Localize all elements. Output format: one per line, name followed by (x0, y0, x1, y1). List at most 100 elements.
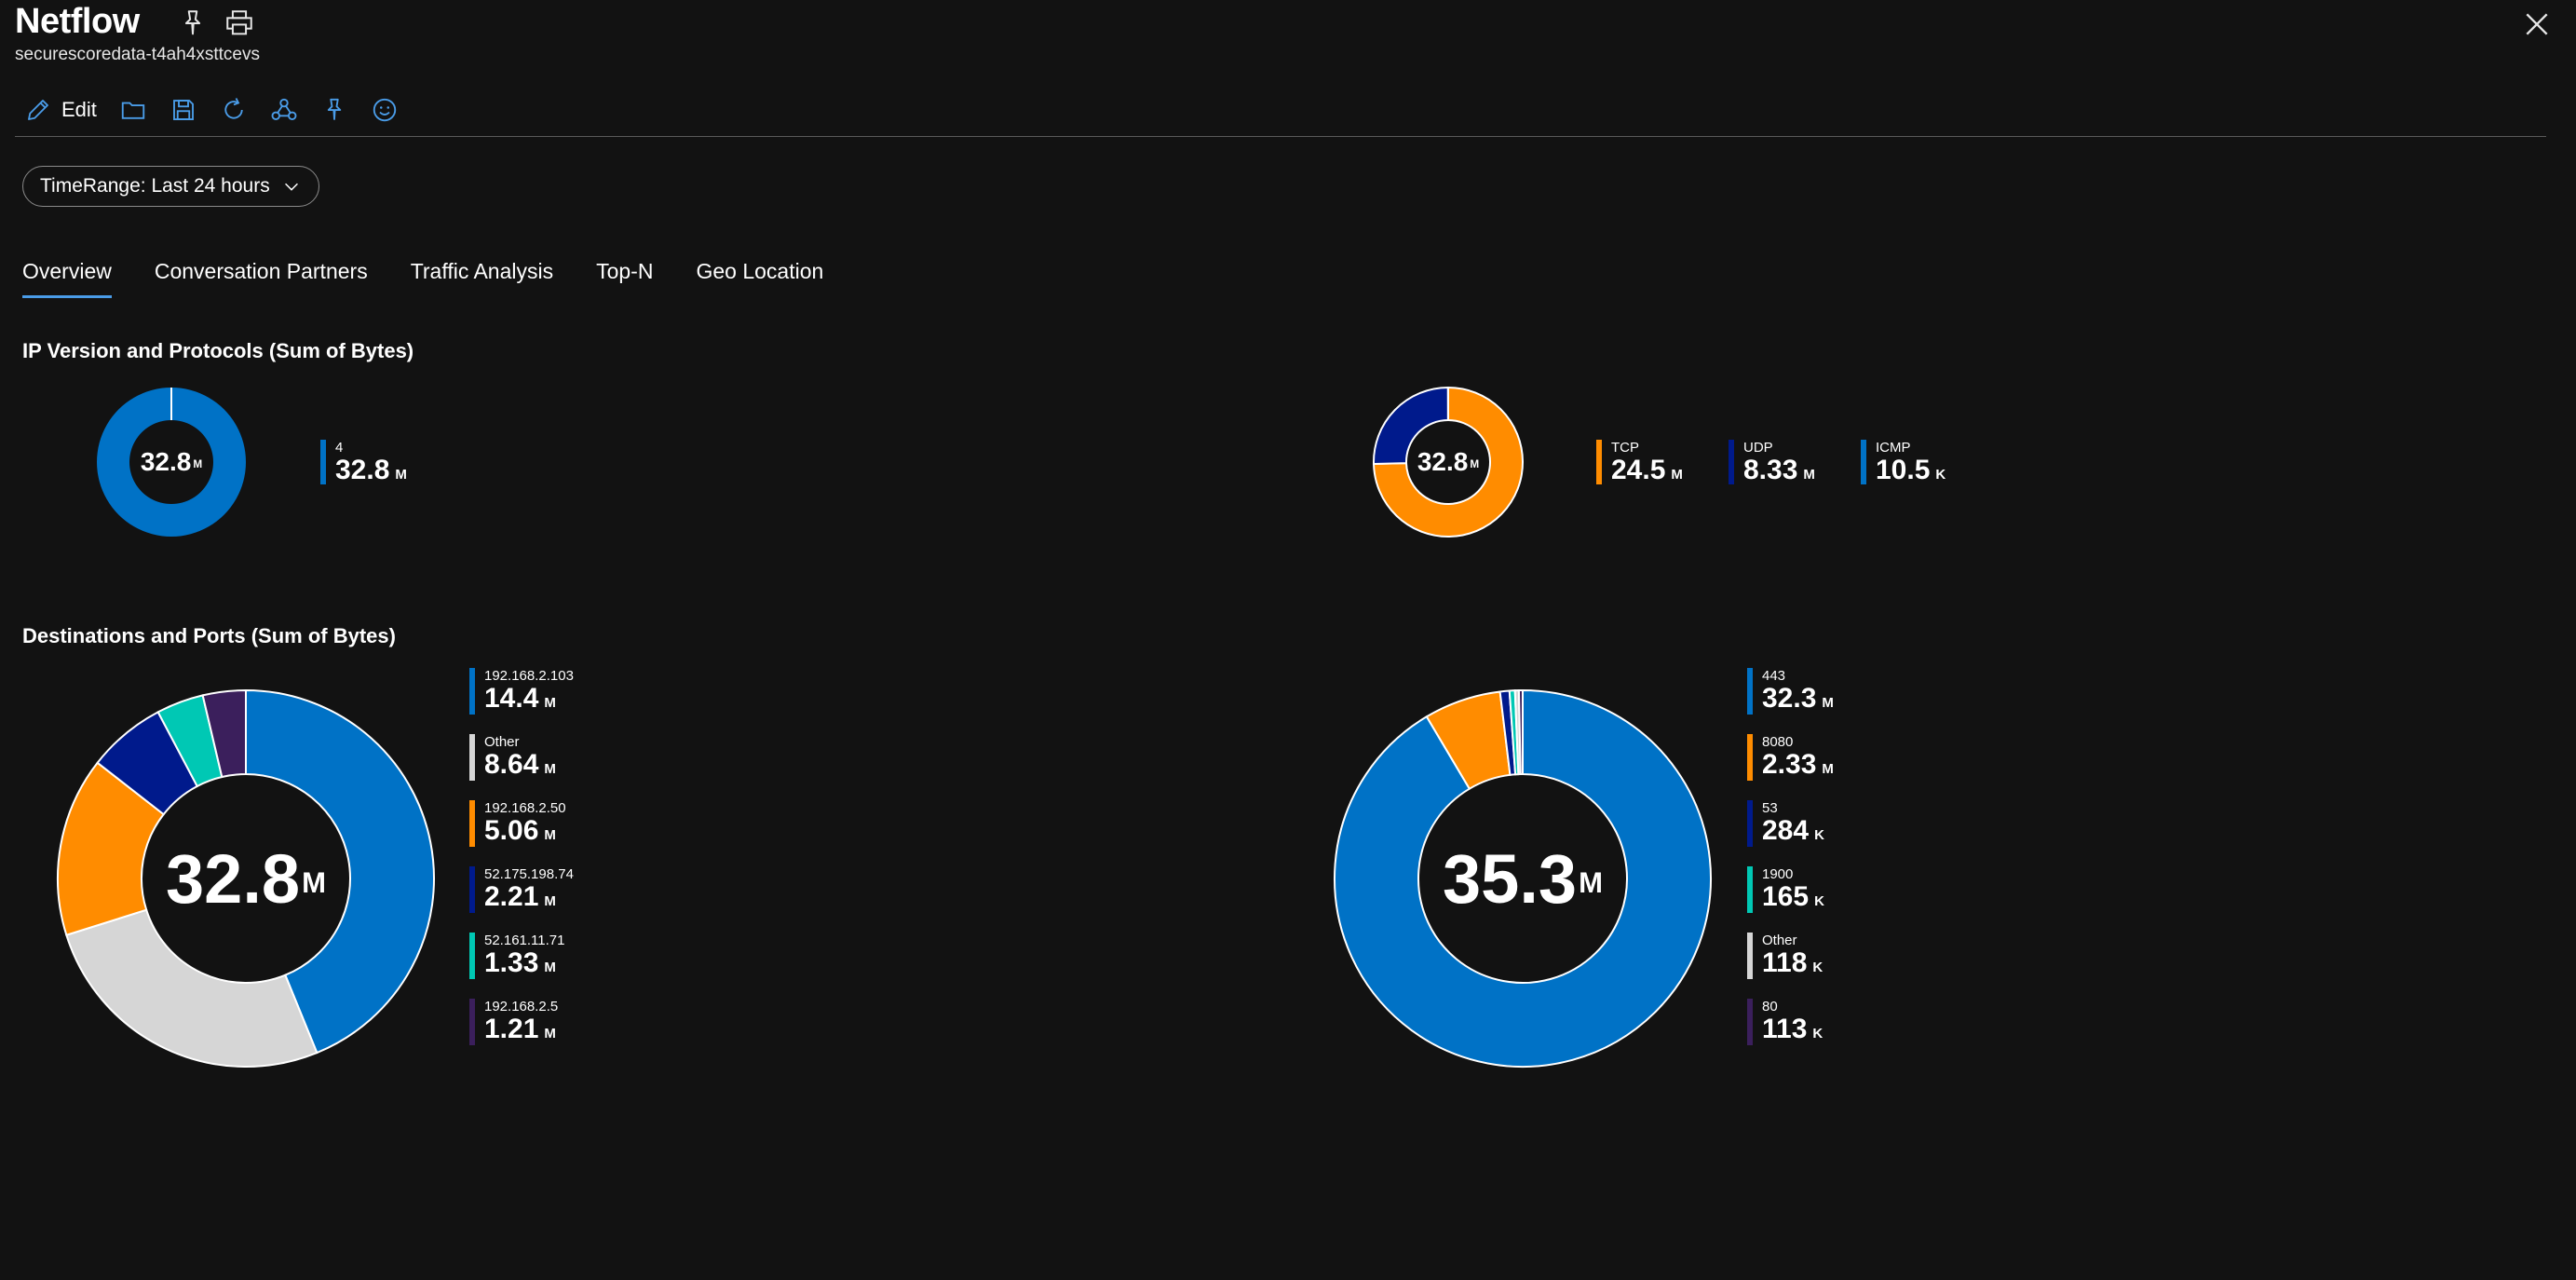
open-button[interactable] (119, 91, 147, 129)
center-unit: M (193, 457, 203, 470)
legend-value-number: 284 (1762, 815, 1810, 846)
legend-value-number: 118 (1762, 947, 1808, 978)
legend-swatch (469, 999, 475, 1045)
legend-value-unit: M (544, 761, 556, 777)
legend-value-number: 1.33 (484, 947, 539, 978)
feedback-button[interactable] (371, 91, 399, 129)
timerange-dropdown[interactable]: TimeRange: Last 24 hours (22, 166, 319, 207)
print-icon[interactable] (224, 7, 255, 39)
edit-button[interactable]: Edit (24, 91, 97, 129)
legend-value-unit: K (1812, 960, 1824, 975)
legend-label: 192.168.2.103 (484, 668, 574, 684)
toolbar: Edit (24, 91, 421, 129)
legend-label: UDP (1743, 440, 1773, 456)
legend-value: 165 K (1762, 881, 1824, 913)
refresh-icon (224, 98, 243, 119)
legend-value-unit: M (544, 1026, 556, 1042)
legend-label: TCP (1611, 440, 1639, 456)
legend-value: 32.8 M (335, 455, 407, 486)
legend-value-unit: M (1822, 695, 1834, 711)
save-icon (172, 100, 194, 120)
legend-value-number: 5.06 (484, 815, 539, 846)
center-unit: M (1470, 457, 1480, 470)
legend-value-number: 8.33 (1743, 455, 1798, 485)
tab-geo-location[interactable]: Geo Location (696, 259, 823, 298)
pin-icon[interactable] (177, 7, 209, 39)
refresh-button[interactable] (220, 91, 248, 129)
edit-icon (28, 100, 48, 120)
donut-chart-3: 32.8 M (56, 688, 436, 1069)
legend-value-unit: K (1935, 467, 1946, 483)
tab-bar: Overview Conversation Partners Traffic A… (22, 259, 866, 298)
legend-value: 1.21 M (484, 1014, 556, 1045)
legend-item-icmp[interactable]: ICMP 10.5 K (1861, 440, 1991, 486)
legend-value-unit: K (1814, 893, 1824, 909)
legend-label: 192.168.2.5 (484, 999, 559, 1014)
pin-to-dashboard-button[interactable] (320, 91, 348, 129)
donut-center-total: 32.8 M (56, 688, 436, 1069)
legend-value-unit: K (1814, 827, 1824, 843)
legend-item-udp[interactable]: UDP 8.33 M (1729, 440, 1859, 486)
legend-item-443[interactable]: 443 32.3 M (1747, 668, 1878, 715)
legend-value: 284 K (1762, 815, 1824, 847)
folder-icon (121, 102, 145, 119)
center-value: 32.8 (1417, 447, 1469, 476)
legend-item-other[interactable]: Other 8.64 M (469, 734, 600, 781)
legend-item-192-168-2-50[interactable]: 192.168.2.50 5.06 M (469, 800, 600, 847)
legend-item-4[interactable]: 4 32.8 M (320, 440, 451, 486)
legend-label: 53 (1762, 800, 1778, 816)
legend-item-192-168-2-5[interactable]: 192.168.2.5 1.21 M (469, 999, 600, 1045)
legend-value-unit: M (544, 827, 556, 843)
legend-value: 8.64 M (484, 749, 556, 781)
legend-value: 14.4 M (484, 683, 556, 715)
legend-value: 8.33 M (1743, 455, 1815, 486)
legend-value-number: 32.8 (335, 455, 390, 485)
save-button[interactable] (169, 91, 197, 129)
legend-label: 1900 (1762, 866, 1794, 882)
close-icon[interactable] (2522, 9, 2552, 39)
center-value: 32.8 (166, 839, 301, 918)
tab-conversation-partners[interactable]: Conversation Partners (155, 259, 368, 298)
legend-swatch (1596, 440, 1602, 484)
legend-value-unit: M (544, 695, 556, 711)
legend-value: 10.5 K (1876, 455, 1946, 486)
legend-swatch (1747, 668, 1753, 715)
legend-value: 24.5 M (1611, 455, 1683, 486)
legend-item-80[interactable]: 80 113 K (1747, 999, 1878, 1045)
center-value: 32.8 (140, 447, 192, 476)
legend-label: ICMP (1876, 440, 1911, 456)
donut-center-total: 32.8 M (1372, 386, 1525, 538)
chevron-down-icon (284, 183, 298, 191)
legend-swatch (1747, 866, 1753, 913)
legend-value-number: 165 (1762, 881, 1810, 912)
legend-item-tcp[interactable]: TCP 24.5 M (1596, 440, 1727, 486)
legend-value-unit: M (1822, 761, 1834, 777)
legend-label: Other (1762, 933, 1797, 948)
legend-item-1900[interactable]: 1900 165 K (1747, 866, 1878, 913)
donut-center-total: 32.8 M (95, 386, 248, 538)
legend-value-number: 2.21 (484, 881, 539, 912)
legend-label: 192.168.2.50 (484, 800, 566, 816)
legend-value-unit: M (544, 960, 556, 975)
legend-label: 443 (1762, 668, 1786, 684)
legend-value-unit: M (1671, 467, 1683, 483)
legend-swatch (320, 440, 326, 484)
legend-item-52-175-198-74[interactable]: 52.175.198.74 2.21 M (469, 866, 600, 913)
tab-top-n[interactable]: Top-N (596, 259, 653, 298)
legend-item-52-161-11-71[interactable]: 52.161.11.71 1.33 M (469, 933, 600, 979)
legend-value: 118 K (1762, 947, 1823, 979)
legend-item-other[interactable]: Other 118 K (1747, 933, 1878, 979)
legend-label: Other (484, 734, 520, 750)
tab-overview[interactable]: Overview (22, 259, 112, 298)
legend-swatch (1747, 734, 1753, 781)
legend-value: 1.33 M (484, 947, 556, 979)
donut-center-total: 35.3 M (1333, 688, 1713, 1069)
share-button[interactable] (270, 91, 298, 129)
legend-swatch (469, 668, 475, 715)
center-unit: M (302, 866, 326, 900)
legend-item-53[interactable]: 53 284 K (1747, 800, 1878, 847)
tab-traffic-analysis[interactable]: Traffic Analysis (411, 259, 553, 298)
legend-label: 80 (1762, 999, 1778, 1014)
legend-item-8080[interactable]: 8080 2.33 M (1747, 734, 1878, 781)
legend-item-192-168-2-103[interactable]: 192.168.2.103 14.4 M (469, 668, 600, 715)
